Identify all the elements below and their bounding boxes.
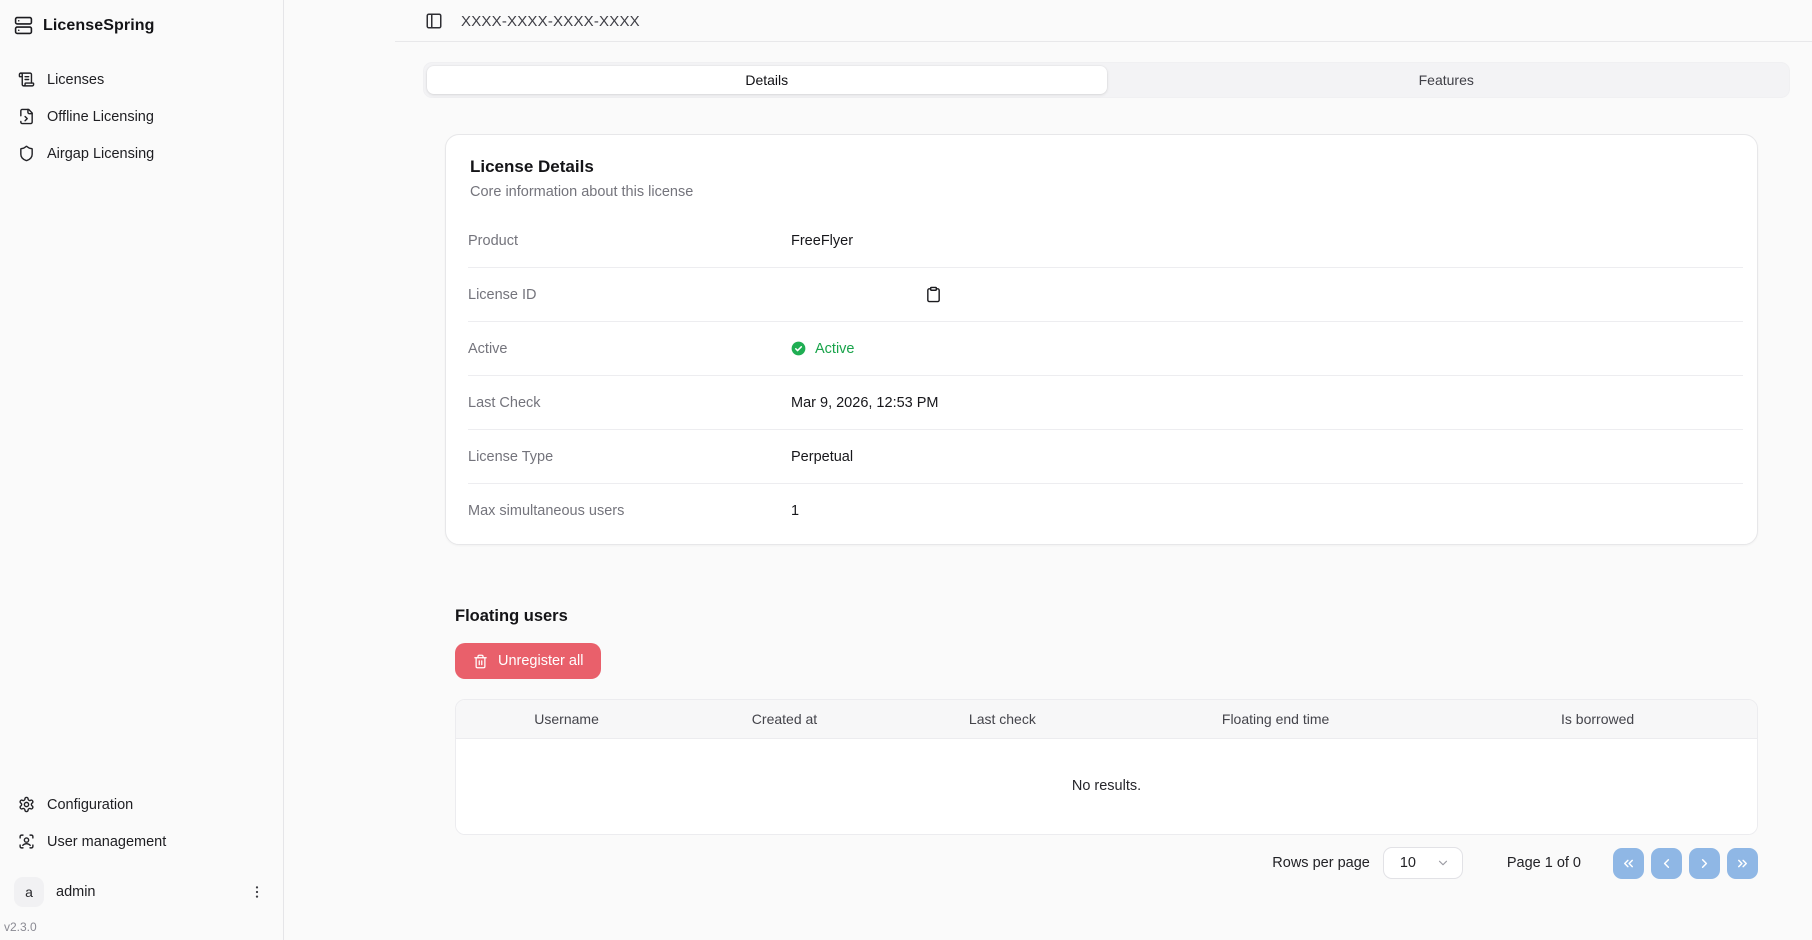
main-header: XXXX-XXXX-XXXX-XXXX <box>284 0 1812 42</box>
detail-label: Product <box>468 233 791 249</box>
status-text: Active <box>815 341 855 357</box>
user-scan-icon <box>18 833 35 850</box>
license-detail-row: License TypePerpetual <box>468 430 1743 484</box>
tabbar: Details Features <box>423 62 1790 98</box>
license-details-card: License Details Core information about t… <box>445 134 1758 545</box>
license-detail-row: Max simultaneous users1 <box>468 484 1743 538</box>
unregister-all-button[interactable]: Unregister all <box>455 643 601 679</box>
rows-per-page-label: Rows per page <box>1272 855 1370 871</box>
brand-name: LicenseSpring <box>43 17 155 35</box>
file-output-icon <box>18 108 35 125</box>
sidebar-user-row[interactable]: a admin <box>12 872 271 912</box>
unregister-all-label: Unregister all <box>498 653 583 669</box>
table-column-header: Username <box>456 700 677 738</box>
main-area: XXXX-XXXX-XXXX-XXXX Details Features Lic… <box>284 0 1812 940</box>
detail-label: License Type <box>468 449 791 465</box>
sidebar-item-offline-licensing[interactable]: Offline Licensing <box>12 100 271 133</box>
table-column-header: Is borrowed <box>1438 700 1757 738</box>
table-empty-row: No results. <box>456 738 1757 834</box>
detail-rows: ProductFreeFlyer License ID Active Active La… <box>468 214 1743 538</box>
sidebar-nav: Licenses Offline Licensing Airgap Licensin… <box>12 63 271 170</box>
page-title: XXXX-XXXX-XXXX-XXXX <box>461 13 640 30</box>
tab-details[interactable]: Details <box>427 66 1107 94</box>
detail-label: Active <box>468 341 791 357</box>
tab-features[interactable]: Features <box>1107 66 1787 94</box>
next-page-button[interactable] <box>1689 848 1720 879</box>
sidebar-item-configuration[interactable]: Configuration <box>12 788 271 821</box>
license-detail-row: ProductFreeFlyer <box>468 214 1743 268</box>
server-icon <box>14 16 33 35</box>
sidebar-item-label: User management <box>47 834 166 850</box>
detail-value <box>791 284 944 305</box>
floating-users-table: UsernameCreated atLast checkFloating end… <box>455 699 1758 835</box>
sidebar-item-label: Configuration <box>47 797 133 813</box>
card-subtitle: Core information about this license <box>446 184 1743 200</box>
sidebar-footer-nav: Configuration User management <box>12 788 271 858</box>
sidebar-item-licenses[interactable]: Licenses <box>12 63 271 96</box>
chevrons-right-icon <box>1735 856 1750 871</box>
sidebar-item-label: Offline Licensing <box>47 109 154 125</box>
pagination-buttons <box>1613 848 1758 879</box>
sidebar-toggle-button[interactable] <box>425 12 443 30</box>
table-column-header: Floating end time <box>1113 700 1438 738</box>
detail-label: Max simultaneous users <box>468 503 791 519</box>
chevrons-left-icon <box>1621 856 1636 871</box>
table-column-header: Last check <box>892 700 1113 738</box>
shield-icon <box>18 145 35 162</box>
sidebar-spacer <box>12 170 271 766</box>
license-detail-row: License ID <box>468 268 1743 322</box>
gear-icon <box>18 796 35 813</box>
sidebar-item-label: Licenses <box>47 72 104 88</box>
pagination: Rows per page 10 Page 1 of 0 <box>455 847 1758 879</box>
chevron-left-icon <box>1659 856 1674 871</box>
license-detail-row: Active Active <box>468 322 1743 376</box>
detail-value: Active <box>791 341 855 357</box>
sidebar-item-user-management[interactable]: User management <box>12 825 271 858</box>
content: Details Features License Details Core in… <box>423 42 1790 879</box>
detail-value: FreeFlyer <box>791 233 853 249</box>
brand: LicenseSpring <box>12 10 271 41</box>
sidebar: LicenseSpring Licenses Offline Licensing A… <box>0 0 284 940</box>
app-version: v2.3.0 <box>4 912 271 934</box>
detail-value: 1 <box>791 503 799 519</box>
detail-label: License ID <box>468 287 791 303</box>
trash-icon <box>473 654 488 669</box>
chevron-down-icon <box>1436 856 1450 870</box>
copy-license-id-button[interactable] <box>923 284 944 305</box>
clipboard-icon <box>925 286 942 303</box>
floating-users-title: Floating users <box>455 607 1758 626</box>
rows-per-page-value: 10 <box>1400 855 1416 871</box>
table-header-row: UsernameCreated atLast checkFloating end… <box>456 700 1757 738</box>
sidebar-item-label: Airgap Licensing <box>47 146 154 162</box>
last-page-button[interactable] <box>1727 848 1758 879</box>
user-menu-button[interactable] <box>247 882 267 902</box>
detail-value: Perpetual <box>791 449 853 465</box>
first-page-button[interactable] <box>1613 848 1644 879</box>
chevron-right-icon <box>1697 856 1712 871</box>
prev-page-button[interactable] <box>1651 848 1682 879</box>
detail-label: Last Check <box>468 395 791 411</box>
sidebar-item-airgap-licensing[interactable]: Airgap Licensing <box>12 137 271 170</box>
panel-left-icon <box>425 12 443 30</box>
scroll-text-icon <box>18 71 35 88</box>
status-badge: Active <box>791 341 855 357</box>
page-info: Page 1 of 0 <box>1507 855 1581 871</box>
avatar: a <box>14 877 44 907</box>
floating-users-section: Floating users Unregister all UsernameCr… <box>455 607 1758 879</box>
rows-per-page-select[interactable]: 10 <box>1383 847 1463 879</box>
dots-vertical-icon <box>249 884 265 900</box>
check-circle-icon <box>791 341 806 356</box>
detail-value: Mar 9, 2026, 12:53 PM <box>791 395 939 411</box>
user-name: admin <box>56 884 235 900</box>
table-column-header: Created at <box>677 700 892 738</box>
license-detail-row: Last CheckMar 9, 2026, 12:53 PM <box>468 376 1743 430</box>
empty-results-cell: No results. <box>456 738 1757 834</box>
card-title: License Details <box>446 157 1743 177</box>
